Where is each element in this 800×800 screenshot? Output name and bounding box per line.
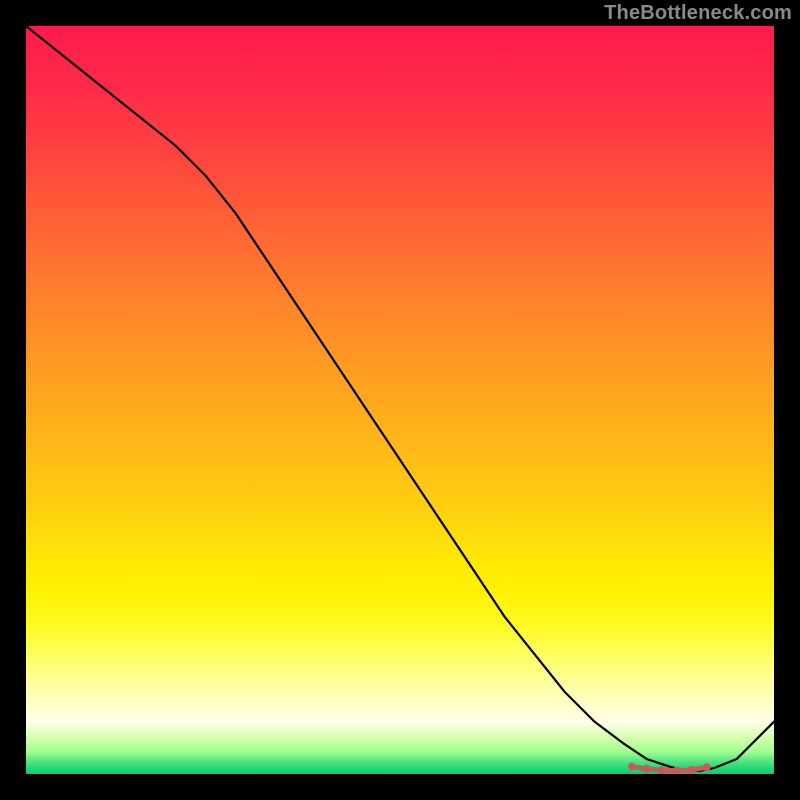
curve-line <box>26 26 774 771</box>
marker-dot <box>658 766 666 774</box>
marker-dot <box>628 763 636 771</box>
marker-dot <box>703 763 711 771</box>
watermark-text: TheBottleneck.com <box>604 2 792 25</box>
marker-dot <box>688 766 696 774</box>
plot-area <box>26 26 774 774</box>
marker-dot <box>673 767 681 774</box>
chart-svg <box>26 26 774 774</box>
minimum-markers <box>628 763 711 774</box>
marker-dot <box>643 765 651 773</box>
chart-container: TheBottleneck.com <box>0 0 800 800</box>
marker-line <box>632 767 707 771</box>
